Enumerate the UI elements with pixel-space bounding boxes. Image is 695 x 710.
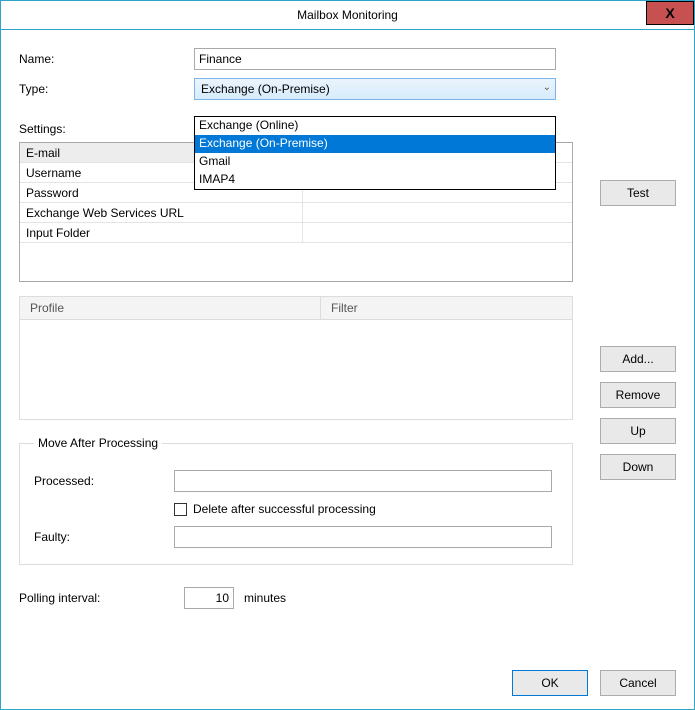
settings-value[interactable] bbox=[303, 203, 572, 222]
profile-header-col[interactable]: Profile bbox=[20, 297, 321, 319]
type-dropdown[interactable]: Exchange (Online) Exchange (On-Premise) … bbox=[194, 116, 556, 190]
window-title: Mailbox Monitoring bbox=[297, 8, 398, 22]
name-label: Name: bbox=[19, 52, 194, 66]
close-button[interactable]: X bbox=[646, 1, 694, 25]
profile-buttons: Add... Remove Up Down bbox=[600, 346, 676, 480]
type-option-exchange-online[interactable]: Exchange (Online) bbox=[195, 117, 555, 135]
delete-after-row: Delete after successful processing bbox=[174, 502, 558, 516]
type-select[interactable]: Exchange (On-Premise) ⌄ bbox=[194, 78, 556, 100]
remove-button[interactable]: Remove bbox=[600, 382, 676, 408]
type-option-imap4[interactable]: IMAP4 bbox=[195, 171, 555, 189]
add-button[interactable]: Add... bbox=[600, 346, 676, 372]
test-button[interactable]: Test bbox=[600, 180, 676, 206]
profiles-header: Profile Filter bbox=[19, 296, 573, 320]
settings-key: Input Folder bbox=[20, 223, 303, 242]
settings-value[interactable] bbox=[303, 223, 572, 242]
delete-after-label: Delete after successful processing bbox=[193, 502, 376, 516]
filter-header-col[interactable]: Filter bbox=[321, 297, 368, 319]
faulty-row: Faulty: bbox=[34, 526, 558, 548]
move-group-legend: Move After Processing bbox=[34, 436, 162, 450]
title-bar: Mailbox Monitoring X bbox=[1, 1, 694, 30]
delete-after-checkbox[interactable] bbox=[174, 503, 187, 516]
processed-input[interactable] bbox=[174, 470, 552, 492]
faulty-input[interactable] bbox=[174, 526, 552, 548]
faulty-label: Faulty: bbox=[34, 530, 174, 544]
dialog-footer: OK Cancel bbox=[512, 670, 676, 696]
polling-input[interactable] bbox=[184, 587, 234, 609]
processed-label: Processed: bbox=[34, 474, 174, 488]
dialog-window: Mailbox Monitoring X Name: Type: Exchang… bbox=[0, 0, 695, 710]
type-row: Type: Exchange (On-Premise) ⌄ bbox=[19, 78, 676, 100]
name-input[interactable] bbox=[194, 48, 556, 70]
up-button[interactable]: Up bbox=[600, 418, 676, 444]
polling-row: Polling interval: minutes bbox=[19, 587, 676, 609]
move-after-processing-group: Move After Processing Processed: Delete … bbox=[19, 436, 573, 565]
dialog-body: Name: Type: Exchange (On-Premise) ⌄ Exch… bbox=[1, 30, 694, 710]
profiles-list[interactable] bbox=[19, 320, 573, 420]
polling-unit: minutes bbox=[244, 591, 286, 605]
down-button[interactable]: Down bbox=[600, 454, 676, 480]
type-option-gmail[interactable]: Gmail bbox=[195, 153, 555, 171]
type-label: Type: bbox=[19, 82, 194, 96]
chevron-down-icon: ⌄ bbox=[543, 82, 551, 93]
type-selected-value: Exchange (On-Premise) bbox=[201, 82, 330, 96]
ok-button[interactable]: OK bbox=[512, 670, 588, 696]
polling-label: Polling interval: bbox=[19, 591, 174, 605]
processed-row: Processed: bbox=[34, 470, 558, 492]
table-row[interactable]: Input Folder bbox=[20, 223, 572, 243]
cancel-button[interactable]: Cancel bbox=[600, 670, 676, 696]
table-row[interactable]: Exchange Web Services URL bbox=[20, 203, 572, 223]
settings-key: Exchange Web Services URL bbox=[20, 203, 303, 222]
close-icon: X bbox=[665, 5, 674, 21]
name-row: Name: bbox=[19, 48, 676, 70]
type-option-exchange-onpremise[interactable]: Exchange (On-Premise) bbox=[195, 135, 555, 153]
